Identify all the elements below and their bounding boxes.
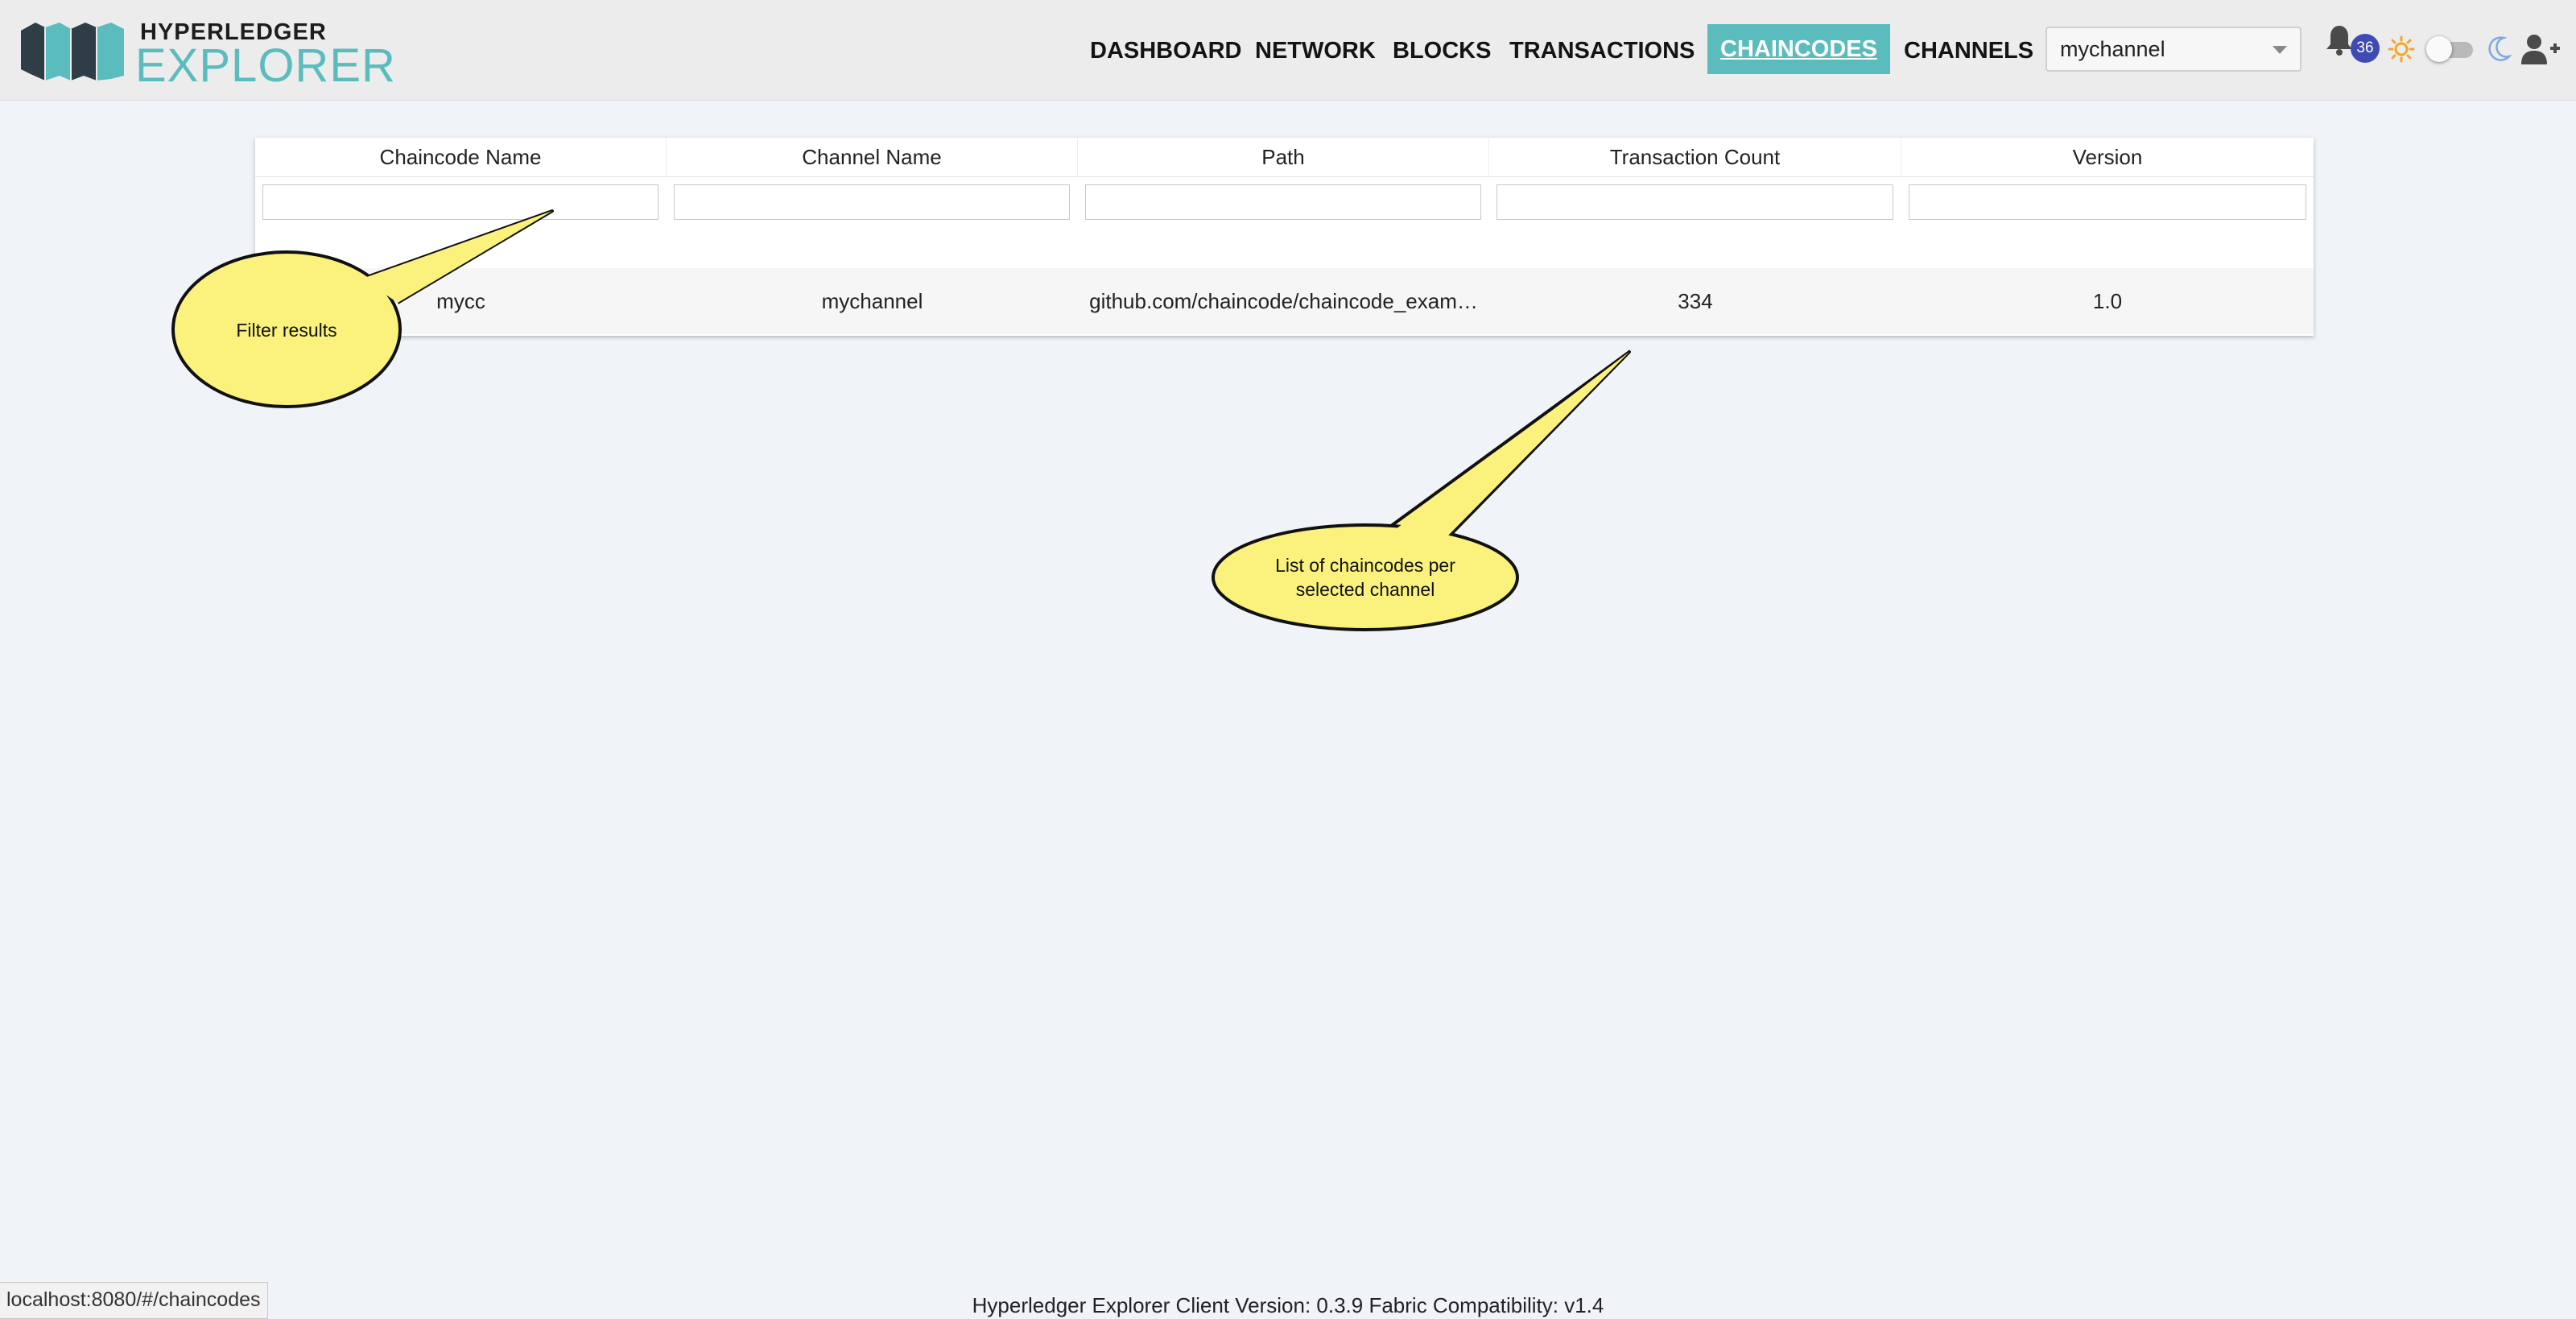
callout-list-text: List of chaincodes per selected channel	[1240, 553, 1491, 602]
callout-filter-text: Filter results	[236, 320, 337, 341]
browser-status-url: localhost:8080/#/chaincodes	[0, 1282, 268, 1319]
callout-shapes	[171, 209, 1631, 631]
callout-filter-bubble	[171, 209, 554, 408]
callout-list-text-line1: List of chaincodes per	[1275, 555, 1455, 576]
callout-list-text-line2: selected channel	[1295, 579, 1435, 600]
footer-version-info: Hyperledger Explorer Client Version: 0.3…	[972, 1293, 1604, 1317]
